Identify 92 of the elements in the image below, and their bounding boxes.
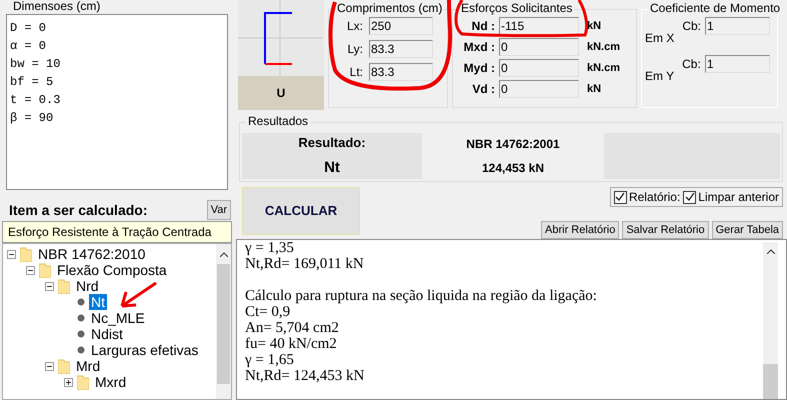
input-field[interactable]: 83.3: [369, 40, 433, 58]
result-heading: Resultado:: [298, 134, 366, 152]
input-field[interactable]: 0: [499, 38, 579, 56]
group-title: Coeficiente de Momento: [648, 1, 782, 15]
scroll-up-icon[interactable]: [766, 248, 774, 254]
dimensions-textbox[interactable]: D = 0 α = 0 bw = 10 bf = 5 t = 0.3 β = 90: [6, 14, 228, 190]
panel-title: Item a ser calculado:: [8, 200, 148, 220]
tree-item[interactable]: Ndist: [89, 326, 125, 342]
report-line: γ = 1,65: [245, 352, 294, 368]
folder-icon: [77, 374, 89, 390]
scroll-up-icon[interactable]: [220, 252, 228, 256]
dimension-line: t = 0.3: [10, 92, 62, 109]
channel-section-drawing: [264, 12, 292, 66]
input-field[interactable]: 0: [499, 59, 579, 77]
dimension-line: D = 0: [10, 20, 48, 37]
report-line: fu= 40 kN/cm2: [245, 336, 337, 352]
report-button[interactable]: Abrir Relatório: [541, 221, 620, 239]
scrollbar[interactable]: [216, 244, 231, 399]
checkbox-label: Relatório:: [628, 189, 680, 206]
field-label: Lt:: [348, 64, 363, 81]
folder-icon: [20, 246, 32, 262]
report-line: γ = 1,35: [245, 240, 294, 256]
tree-item[interactable]: Nrd: [74, 278, 101, 294]
report-line: Ct= 0,9: [245, 304, 290, 320]
field-label: Mxd :: [462, 39, 495, 56]
dimension-line: bw = 10: [10, 56, 62, 73]
scrollbar[interactable]: [763, 242, 778, 399]
group-title: Comprimentos (cm): [335, 1, 444, 15]
collapse-icon[interactable]: [26, 266, 35, 274]
bullet-icon: [77, 298, 85, 306]
report-line: Nt,Rd= 169,011 kN: [245, 256, 364, 272]
checkbox-label: Limpar anterior: [698, 189, 779, 206]
tree-item[interactable]: NBR 14762:2010: [36, 246, 148, 262]
group-title: Dimensoes (cm): [11, 0, 102, 13]
field-label: Myd :: [462, 60, 495, 77]
dimension-line: α = 0: [10, 38, 48, 55]
check-icon: [684, 192, 695, 202]
group-title: Esforços Solicitantes: [459, 1, 574, 15]
field-label: Cb:: [682, 18, 702, 35]
check-icon: [615, 192, 626, 202]
tree-item[interactable]: Larguras efetivas: [89, 342, 200, 358]
dimension-line: β = 90: [10, 110, 54, 127]
input-field[interactable]: -115: [499, 17, 579, 35]
standard-name: NBR 14762:2001: [466, 136, 560, 153]
report-button[interactable]: Gerar Tabela: [712, 221, 783, 239]
field-label: Vd :: [471, 81, 495, 98]
input-field[interactable]: 1: [705, 17, 770, 35]
collapse-icon[interactable]: [45, 282, 54, 290]
checkbox[interactable]: [614, 190, 627, 204]
field-label: Ly:: [346, 41, 363, 58]
report-textbox[interactable]: γ = 1,35 Nt,Rd= 169,011 kN Cálculo para ruptura na seção liquida na região da ligação: Ct= 0,9 An= 5,704 cm2 fu= 40 kN/cm2 γ = 1,65 Nt,Rd= 124,453 kN: [236, 239, 787, 400]
folder-icon: [39, 262, 51, 278]
tree-item[interactable]: Mxrd: [93, 374, 128, 390]
calculate-button[interactable]: CALCULAR: [242, 187, 360, 235]
unit-label: kN.cm: [586, 40, 620, 55]
checkbox[interactable]: [683, 190, 696, 204]
field-label: Nd :: [470, 18, 495, 35]
unit-label: kN.cm: [586, 60, 620, 76]
input-field[interactable]: 0: [499, 80, 579, 98]
tree-item[interactable]: Mrd: [74, 358, 102, 374]
folder-icon: [58, 358, 70, 374]
result-value: 124,453 kN: [482, 160, 544, 177]
bullet-icon: [77, 314, 85, 322]
bullet-icon: [77, 330, 85, 338]
tree-item[interactable]: Nc_MLE: [89, 310, 147, 326]
expand-icon[interactable]: [64, 378, 73, 386]
field-label: Lx:: [346, 18, 363, 35]
unit-label: kN: [586, 82, 602, 97]
collapse-icon[interactable]: [45, 362, 54, 370]
scroll-thumb[interactable]: [217, 264, 230, 384]
tree-item[interactable]: Nt: [89, 294, 107, 310]
section-label: U: [238, 76, 324, 110]
bullet-icon: [77, 346, 85, 354]
group-title: Resultados: [246, 114, 310, 128]
report-line: Nt,Rd= 124,453 kN: [245, 368, 364, 384]
field-label: Cb:: [682, 56, 701, 73]
result-item: Nt: [324, 158, 340, 178]
annotation-arrow: [118, 280, 158, 310]
axis-label: Em X: [645, 30, 674, 47]
dimension-line: bf = 5: [10, 74, 54, 91]
tree-item[interactable]: Flexão Composta: [55, 262, 169, 278]
axis-label: Em Y: [645, 68, 674, 85]
input-field[interactable]: 83.3: [369, 63, 433, 81]
report-button[interactable]: Salvar Relatório: [622, 221, 709, 239]
description-tooltip: Esforço Resistente à Tração Centrada: [2, 221, 232, 243]
report-line: An= 5,704 cm2: [245, 320, 339, 336]
folder-icon: [58, 278, 70, 294]
var-button[interactable]: Var: [206, 200, 231, 220]
collapse-icon[interactable]: [7, 250, 16, 258]
report-line: Cálculo para ruptura na seção liquida na região da ligação:: [245, 288, 597, 304]
input-field[interactable]: 250: [369, 17, 433, 35]
input-field[interactable]: 1: [704, 55, 770, 73]
